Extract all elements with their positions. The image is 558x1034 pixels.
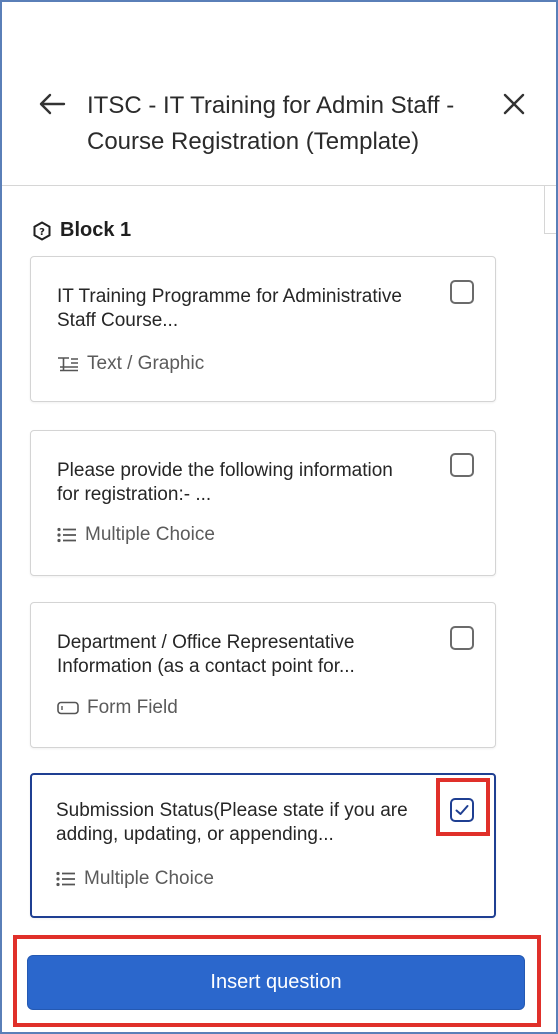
question-text: Department / Office Representative Infor… (57, 632, 355, 677)
checkbox-highlight (436, 778, 490, 836)
form-field-icon (57, 701, 79, 715)
arrow-left-icon (39, 93, 66, 115)
insert-question-button[interactable]: Insert question (27, 955, 525, 1010)
question-checkbox[interactable] (450, 280, 474, 304)
question-type: Multiple Choice (57, 524, 215, 546)
question-card-selected[interactable]: Submission Status(Please state if you ar… (30, 773, 496, 918)
question-type: Form Field (57, 697, 178, 719)
back-button[interactable] (36, 88, 68, 120)
question-checkbox[interactable] (450, 453, 474, 477)
question-type: Text / Graphic (57, 353, 204, 375)
close-button[interactable] (498, 88, 530, 120)
question-type-label: Text / Graphic (87, 353, 205, 374)
question-type-label: Multiple Choice (85, 524, 215, 545)
question-text: IT Training Programme for Administrative… (57, 286, 402, 331)
question-text: Submission Status(Please state if you ar… (56, 800, 408, 845)
question-checkbox[interactable] (450, 626, 474, 650)
block-heading: ? Block 1 (32, 219, 131, 242)
content-edge-tick (544, 233, 556, 234)
question-type-label: Form Field (87, 697, 178, 718)
question-card[interactable]: IT Training Programme for Administrative… (30, 256, 496, 402)
question-text: Please provide the following information… (57, 460, 393, 505)
question-card[interactable]: Department / Office Representative Infor… (30, 602, 496, 748)
block-label: Block 1 (60, 219, 132, 241)
question-hexagon-icon: ? (33, 220, 51, 241)
svg-text:?: ? (39, 227, 45, 238)
panel-title: ITSC - IT Training for Admin Staff - Cou… (87, 92, 455, 155)
close-icon (503, 93, 525, 115)
question-card[interactable]: Please provide the following information… (30, 430, 496, 576)
content-edge-line (544, 186, 545, 234)
text-graphic-icon (58, 357, 78, 372)
question-type-label: Multiple Choice (84, 868, 214, 889)
question-type: Multiple Choice (56, 868, 214, 890)
list-icon (57, 527, 76, 543)
header-divider (2, 185, 556, 186)
list-icon (56, 871, 75, 887)
